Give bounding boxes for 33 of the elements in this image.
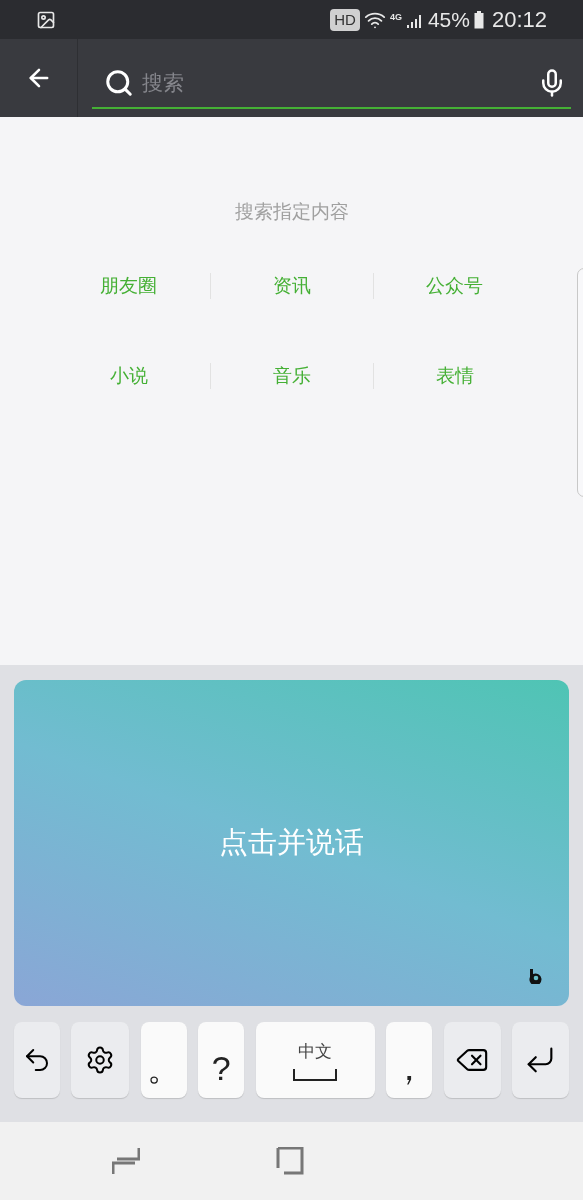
battery-icon bbox=[473, 10, 484, 29]
language-label: 中文 bbox=[298, 1041, 333, 1064]
hint-text: 搜索指定内容 bbox=[234, 200, 349, 224]
category-link[interactable]: 朋友圈 bbox=[47, 271, 210, 300]
category-link[interactable]: 资讯 bbox=[210, 271, 373, 300]
category-link[interactable]: 音乐 bbox=[210, 362, 373, 391]
category-link[interactable]: 公众号 bbox=[373, 271, 536, 300]
space-icon bbox=[293, 1068, 338, 1081]
hd-badge: HD bbox=[330, 8, 360, 31]
category-link[interactable]: 小说 bbox=[47, 362, 210, 391]
clock: 20:12 bbox=[491, 6, 547, 34]
search-icon bbox=[104, 68, 134, 98]
character-key[interactable]: 。 bbox=[140, 1022, 187, 1098]
undo-key[interactable] bbox=[14, 1022, 60, 1098]
home-button[interactable] bbox=[276, 1147, 304, 1175]
recent-apps-button[interactable] bbox=[112, 1147, 140, 1175]
search-field[interactable]: 搜索 bbox=[142, 67, 537, 99]
recent-apps-icon bbox=[112, 1147, 140, 1175]
enter-key[interactable] bbox=[511, 1022, 569, 1098]
home-icon bbox=[276, 1147, 304, 1175]
bixby-icon bbox=[529, 969, 543, 984]
character-key[interactable]: ? bbox=[198, 1022, 245, 1098]
search-bar[interactable]: 搜索 bbox=[92, 59, 571, 109]
backspace-key[interactable] bbox=[443, 1022, 501, 1098]
network-type: 4G bbox=[389, 11, 402, 24]
gallery-icon bbox=[36, 9, 56, 30]
battery-level: 45% bbox=[427, 6, 470, 33]
category-link[interactable]: 表情 bbox=[373, 362, 536, 391]
space-key[interactable]: 中文 bbox=[255, 1022, 375, 1098]
character-key[interactable]: ， bbox=[386, 1022, 433, 1098]
voice-input-label: 点击并说话 bbox=[219, 825, 364, 861]
voice-input-panel[interactable]: 点击并说话 bbox=[14, 680, 569, 1006]
settings-key[interactable] bbox=[71, 1022, 130, 1098]
